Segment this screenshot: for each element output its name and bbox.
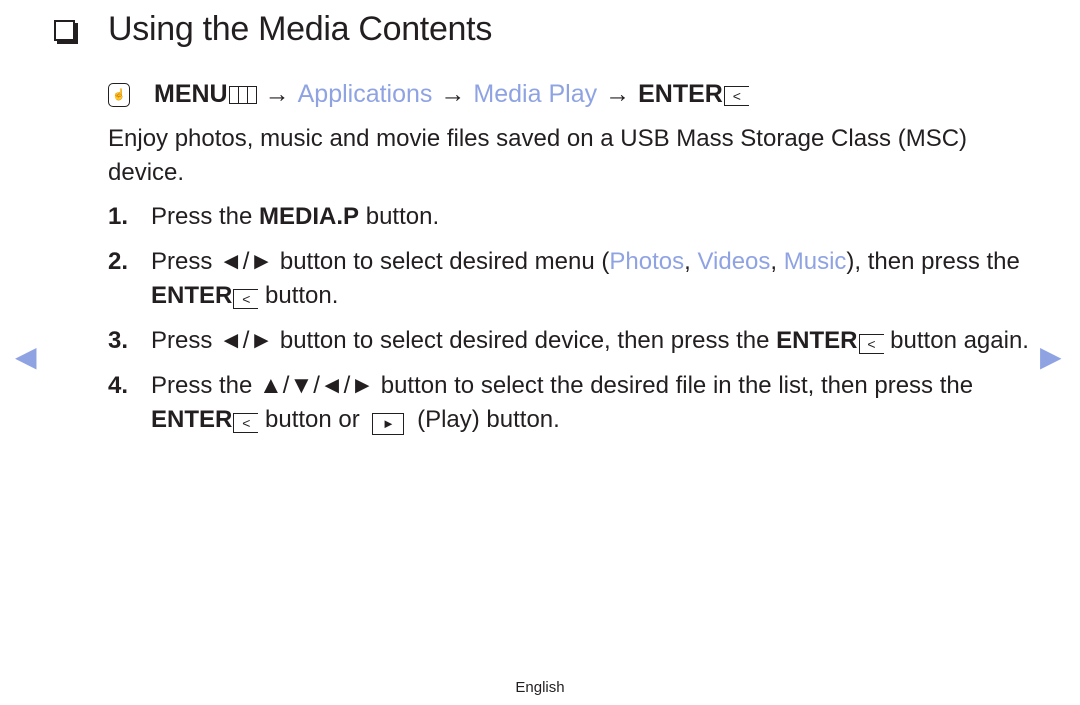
next-page-arrow-icon[interactable]: ▶ [1040, 340, 1062, 373]
enter-label: ENTER [151, 406, 233, 433]
enter-icon: < [233, 289, 259, 309]
enter-label: ENTER [638, 80, 723, 108]
section-title-row: Using the Media Contents [54, 10, 492, 49]
footer-language: English [515, 679, 565, 696]
enter-icon: < [858, 334, 884, 354]
step-item: 2. Press ◄/► button to select desired me… [108, 245, 1038, 313]
step-number: 1. [108, 203, 129, 230]
path-arrow: → [440, 80, 466, 108]
media-p-button-label: MEDIA.P [259, 203, 360, 230]
step-number: 3. [108, 327, 129, 354]
steps-list: 1. Press the MEDIA.P button. 2. Press ◄/… [108, 200, 1038, 448]
step-text: Press the [151, 203, 260, 230]
previous-page-arrow-icon[interactable]: ◀ [15, 340, 37, 373]
applications-link[interactable]: Applications [298, 80, 433, 109]
enter-label: ENTER [151, 282, 233, 309]
step-text: Press ◄/► button to select desired menu … [151, 248, 610, 275]
page-title: Using the Media Contents [108, 10, 493, 48]
path-arrow: → [264, 80, 290, 108]
step-item: 3. Press ◄/► button to select desired de… [108, 324, 1038, 358]
step-item: 1. Press the MEDIA.P button. [108, 200, 1038, 234]
menu-path: ☝ MENU → Applications → Media Play → ENT… [108, 80, 749, 109]
step-text: Press the ▲/▼/◄/► button to select the d… [151, 372, 974, 399]
om-hand-icon: ☝ [108, 82, 130, 107]
enter-icon: < [723, 85, 749, 106]
step-text: Press ◄/► button to select desired devic… [151, 327, 777, 354]
step-number: 2. [108, 248, 129, 275]
step-number: 4. [108, 372, 129, 399]
checkbox-bullet-icon [54, 20, 75, 41]
enter-label: ENTER [776, 327, 858, 354]
videos-link[interactable]: Videos [697, 248, 770, 275]
photos-link[interactable]: Photos [609, 248, 684, 275]
enter-icon: < [233, 413, 259, 433]
menu-grid-icon [228, 85, 257, 104]
intro-text: Enjoy photos, music and movie files save… [108, 125, 968, 186]
menu-label: MENU [154, 80, 228, 108]
play-icon: ► [372, 413, 405, 435]
path-arrow: → [605, 80, 631, 108]
media-play-link[interactable]: Media Play [473, 80, 597, 109]
step-item: 4. Press the ▲/▼/◄/► button to select th… [108, 369, 1038, 437]
music-link[interactable]: Music [784, 248, 847, 275]
